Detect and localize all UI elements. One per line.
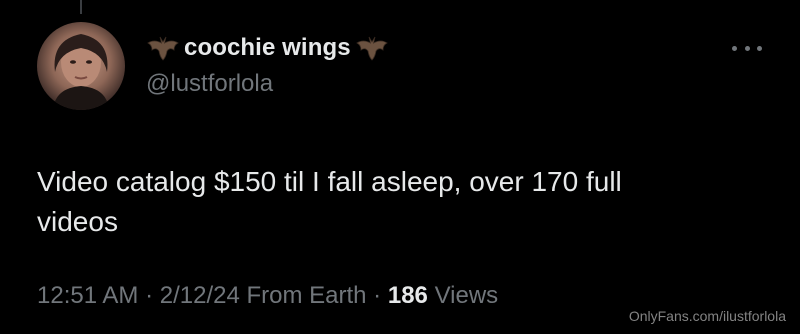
tweet-text: Video catalog $150 til I fall asleep, ov… [37, 162, 757, 242]
more-dot [732, 45, 737, 51]
views-count[interactable]: 186 [388, 282, 428, 309]
tweet-time[interactable]: 12:51 AM [37, 282, 138, 309]
more-options-button[interactable] [732, 38, 762, 58]
author-handle[interactable]: @lustforlola [146, 70, 273, 98]
more-dot [744, 45, 750, 51]
views-label[interactable]: Views [435, 282, 499, 309]
tweet-text-line: videos [37, 206, 118, 237]
meta-separator: · [138, 282, 160, 309]
tweet-meta: 12:51 AM · 2/12/24 From Earth · 186 View… [37, 282, 498, 310]
meta-separator: · [366, 282, 388, 309]
tweet-date[interactable]: 2/12/24 [160, 282, 240, 309]
bat-icon [147, 36, 179, 61]
tweet-source: From Earth [246, 282, 367, 309]
display-name[interactable]: coochie wings [184, 34, 351, 62]
thread-connector-line [80, 0, 82, 14]
tweet-text-line: Video catalog $150 til I fall asleep, ov… [37, 166, 622, 197]
avatar[interactable] [37, 22, 125, 110]
watermark: OnlyFans.com/ilustforlola [628, 308, 786, 324]
avatar-image [53, 34, 109, 110]
author-name-row[interactable]: coochie wings [146, 30, 389, 66]
bat-icon [355, 36, 388, 61]
more-dot [757, 45, 762, 51]
